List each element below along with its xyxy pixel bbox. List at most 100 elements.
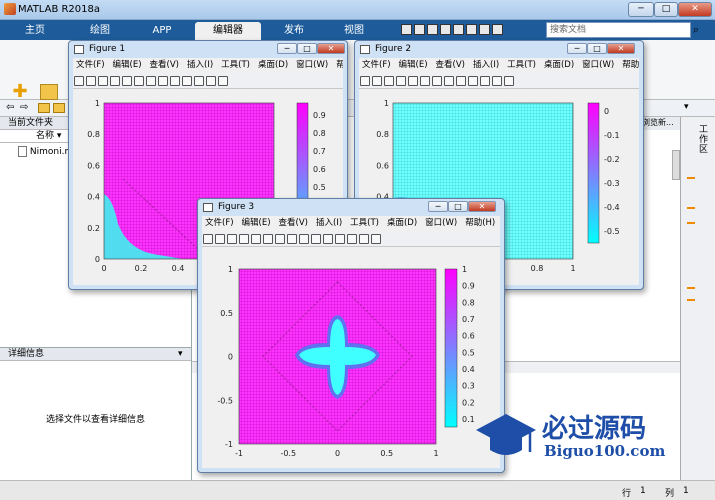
menu-window[interactable]: 窗口(W): [293, 60, 328, 70]
details-collapse-icon[interactable]: ▾: [178, 349, 183, 359]
menu-edit[interactable]: 编辑(E): [396, 60, 428, 70]
tab-view[interactable]: 视图: [326, 22, 382, 40]
pan-hand-icon[interactable]: [444, 76, 454, 86]
colorbar-toggle-icon[interactable]: [206, 76, 216, 86]
menu-view[interactable]: 查看(V): [147, 60, 179, 70]
menu-view[interactable]: 查看(V): [433, 60, 465, 70]
file-list-item[interactable]: Nimoni.m: [18, 146, 73, 157]
zoom-in-icon[interactable]: [134, 76, 144, 86]
legend-toggle-icon[interactable]: [218, 76, 228, 86]
search-icon[interactable]: ⌕: [693, 23, 707, 37]
zoom-out-icon[interactable]: [146, 76, 156, 86]
menu-insert[interactable]: 插入(I): [470, 60, 499, 70]
save-figure-icon[interactable]: [98, 76, 108, 86]
figure-3-window[interactable]: Figure 3 ─ □ ✕ 文件(F) 编辑(E) 查看(V) 插入(I) 工具(T)…: [197, 198, 505, 473]
menu-file[interactable]: 文件(F): [202, 218, 234, 228]
close-button[interactable]: ✕: [678, 2, 712, 17]
print-icon[interactable]: [396, 76, 406, 86]
figure-3-minimize-button[interactable]: ─: [428, 201, 448, 212]
menu-desktop[interactable]: 桌面(D): [384, 218, 417, 228]
tab-plots[interactable]: 绘图: [72, 22, 128, 40]
open-file-icon[interactable]: [372, 76, 382, 86]
figure-2-minimize-button[interactable]: ─: [567, 43, 587, 54]
brush-icon[interactable]: [323, 234, 333, 244]
print-icon[interactable]: [110, 76, 120, 86]
figure-3-maximize-button[interactable]: □: [448, 201, 468, 212]
figure-1-close-button[interactable]: ✕: [317, 43, 345, 54]
pointer-icon[interactable]: [408, 76, 418, 86]
minimize-button[interactable]: ─: [628, 2, 654, 17]
legend-toggle-icon[interactable]: [504, 76, 514, 86]
data-cursor-icon[interactable]: [468, 76, 478, 86]
undo-icon[interactable]: [453, 24, 464, 35]
menu-help[interactable]: 帮助(H): [619, 60, 639, 70]
hide-plot-tools-icon[interactable]: [359, 234, 369, 244]
rotate-icon[interactable]: [456, 76, 466, 86]
menu-file[interactable]: 文件(F): [73, 60, 105, 70]
help-icon[interactable]: [492, 24, 503, 35]
zoom-in-icon[interactable]: [420, 76, 430, 86]
menu-file[interactable]: 文件(F): [359, 60, 391, 70]
menu-tools[interactable]: 工具(T): [347, 218, 379, 228]
pointer-icon[interactable]: [251, 234, 261, 244]
colorbar-toggle-icon[interactable]: [492, 76, 502, 86]
paste-icon[interactable]: [440, 24, 451, 35]
legend-toggle-icon[interactable]: [347, 234, 357, 244]
figure-1-maximize-button[interactable]: □: [297, 43, 317, 54]
figure-2-close-button[interactable]: ✕: [607, 43, 635, 54]
figure-3-close-button[interactable]: ✕: [468, 201, 496, 212]
forward-arrow-icon[interactable]: ⇨: [20, 102, 28, 113]
figure-3-plot-area[interactable]: 1 0.5 0 -0.5 -1 -1 -0.5 0 0.5 1 1 0.9 0.8 0.7 0.6 0.5…: [202, 247, 500, 468]
workspace-label[interactable]: 工作区: [699, 125, 711, 155]
save-figure-icon[interactable]: [384, 76, 394, 86]
new-figure-icon[interactable]: [74, 76, 84, 86]
data-cursor-icon[interactable]: [311, 234, 321, 244]
save-figure-icon[interactable]: [227, 234, 237, 244]
pan-hand-icon[interactable]: [287, 234, 297, 244]
maximize-button[interactable]: □: [654, 2, 678, 17]
figure-2-maximize-button[interactable]: □: [587, 43, 607, 54]
new-figure-icon[interactable]: [360, 76, 370, 86]
browse-link[interactable]: 浏览新...: [640, 117, 680, 130]
save-icon[interactable]: [401, 24, 412, 35]
figure-1-minimize-button[interactable]: ─: [277, 43, 297, 54]
data-cursor-icon[interactable]: [182, 76, 192, 86]
colorbar-toggle-icon[interactable]: [335, 234, 345, 244]
brush-icon[interactable]: [480, 76, 490, 86]
open-file-icon[interactable]: [215, 234, 225, 244]
menu-help[interactable]: 帮助(H): [333, 60, 343, 70]
show-plot-tools-icon[interactable]: [371, 234, 381, 244]
menu-tools[interactable]: 工具(T): [218, 60, 250, 70]
open-file-icon[interactable]: [86, 76, 96, 86]
zoom-in-icon[interactable]: [263, 234, 273, 244]
pan-hand-icon[interactable]: [158, 76, 168, 86]
rotate-icon[interactable]: [170, 76, 180, 86]
zoom-out-icon[interactable]: [275, 234, 285, 244]
menu-help[interactable]: 帮助(H): [462, 218, 495, 228]
menu-window[interactable]: 窗口(W): [422, 218, 457, 228]
redo-icon[interactable]: [466, 24, 477, 35]
print-icon[interactable]: [239, 234, 249, 244]
cut-icon[interactable]: [414, 24, 425, 35]
switch-windows-icon[interactable]: [479, 24, 490, 35]
pointer-icon[interactable]: [122, 76, 132, 86]
address-dropdown-icon[interactable]: ▾: [684, 102, 689, 112]
rotate-icon[interactable]: [299, 234, 309, 244]
menu-edit[interactable]: 编辑(E): [239, 218, 271, 228]
copy-icon[interactable]: [427, 24, 438, 35]
tab-home[interactable]: 主页: [10, 22, 60, 40]
menu-insert[interactable]: 插入(I): [184, 60, 213, 70]
zoom-out-icon[interactable]: [432, 76, 442, 86]
tab-publish[interactable]: 发布: [266, 22, 322, 40]
back-arrow-icon[interactable]: ⇦: [6, 102, 14, 113]
menu-desktop[interactable]: 桌面(D): [255, 60, 288, 70]
menu-insert[interactable]: 插入(I): [313, 218, 342, 228]
menu-edit[interactable]: 编辑(E): [110, 60, 142, 70]
tab-apps[interactable]: APP: [134, 22, 190, 40]
up-folder-icon[interactable]: [38, 103, 50, 113]
editor-scrollbar[interactable]: [672, 150, 680, 180]
menu-view[interactable]: 查看(V): [276, 218, 308, 228]
menu-desktop[interactable]: 桌面(D): [541, 60, 574, 70]
tab-editor[interactable]: 编辑器: [195, 22, 261, 40]
brush-icon[interactable]: [194, 76, 204, 86]
